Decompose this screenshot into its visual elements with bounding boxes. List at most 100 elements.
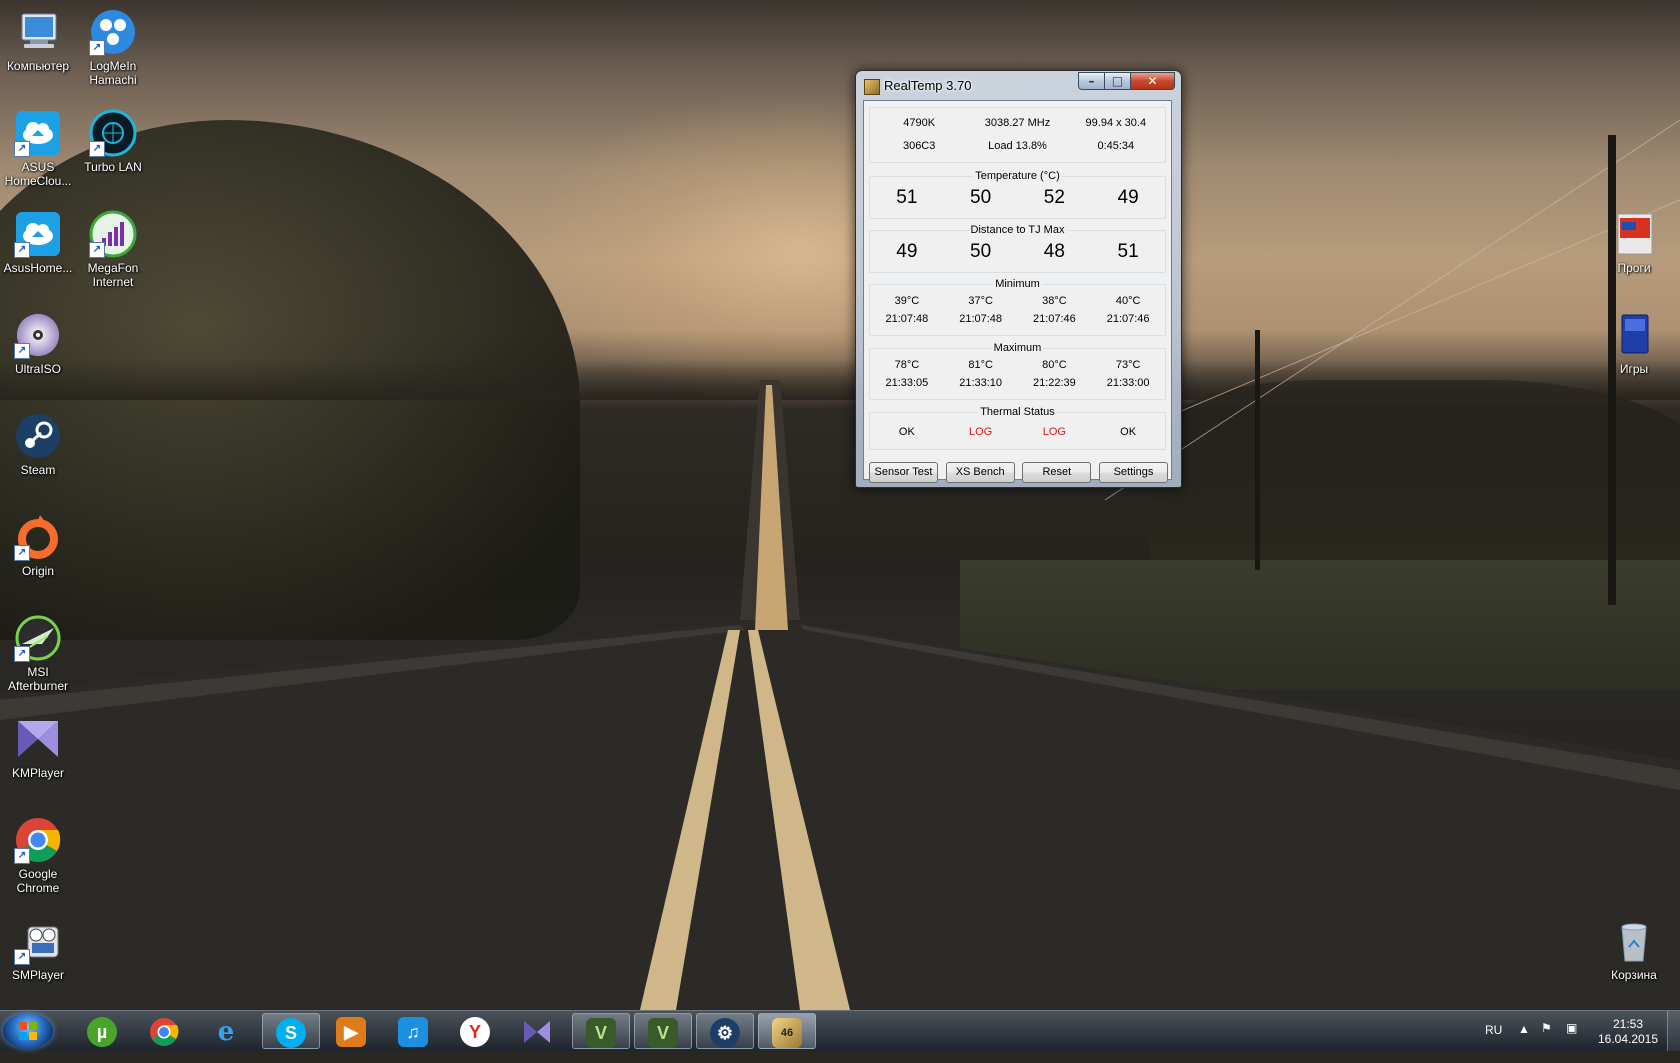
core-distance-3: 51: [1117, 241, 1139, 262]
desktop-icon-turbo-lan[interactable]: ↗ Turbo LAN: [75, 109, 151, 174]
reset-button[interactable]: Reset: [1022, 462, 1092, 483]
cpu-info-row-2: 306C3 Load 13.8% 0:45:34: [870, 140, 1165, 152]
taskbar-chrome[interactable]: [136, 1013, 194, 1049]
maximum-title: Maximum: [991, 342, 1044, 354]
thermal-status-3: OK: [1120, 426, 1137, 438]
wallpaper-road: [0, 119, 1680, 1010]
taskbar-itunes[interactable]: ♫: [385, 1013, 443, 1049]
max-time-3: 21:33:00: [1106, 377, 1150, 389]
desktop-icon-kmplayer[interactable]: KMPlayer: [0, 715, 76, 780]
taskbar-yandex-browser[interactable]: Y: [447, 1013, 505, 1049]
max-time-1: 21:33:10: [959, 377, 1003, 389]
sensor-test-button[interactable]: Sensor Test: [869, 462, 938, 483]
desktop-icon-logmein-hamachi[interactable]: ↗ LogMeIn Hamachi: [75, 8, 151, 87]
max-time-2: 21:22:39: [1032, 377, 1076, 389]
desktop-icon-computer[interactable]: Компьютер: [0, 8, 76, 73]
close-icon: ✕: [1147, 74, 1158, 88]
cpu-model: 4790K: [903, 117, 936, 129]
desktop-icon-megafon-internet[interactable]: ↗ MegaFon Internet: [75, 210, 151, 289]
maximum-times: 21:33:05 21:33:10 21:22:39 21:33:00: [870, 377, 1165, 389]
folder-icon: [1610, 210, 1658, 258]
cpu-frequency: 3038.27 MHz: [984, 117, 1051, 129]
core-distance-0: 49: [896, 241, 918, 262]
shortcut-arrow-icon: ↗: [14, 848, 30, 864]
taskbar: µ e S ▶ ♫ Y V V ⚙ 46 RU ▲ ⚑ ▣ 21:53 16.0…: [0, 1010, 1680, 1051]
desktop-icon-smplayer[interactable]: ↗ SMPlayer: [0, 917, 76, 982]
show-desktop-button[interactable]: [1667, 1011, 1680, 1051]
distance-values: 49 50 48 51: [870, 241, 1165, 263]
desktop-icon-origin[interactable]: ↗ Origin: [0, 513, 76, 578]
maximum-group: Maximum 78°C 81°C 80°C 73°C 21:33:05 21:…: [869, 342, 1166, 400]
kmplayer-icon: [522, 1017, 552, 1047]
close-button[interactable]: ✕: [1131, 72, 1175, 90]
cpu-multiplier: 99.94 x 30.4: [1085, 117, 1147, 129]
shortcut-arrow-icon: ↗: [14, 646, 30, 662]
desktop-icon-google-chrome[interactable]: ↗ Google Chrome: [0, 816, 76, 895]
desktop-icon-progi[interactable]: Проги: [1596, 210, 1672, 275]
min-time-0: 21:07:48: [885, 313, 929, 325]
minimum-times: 21:07:48 21:07:48 21:07:46 21:07:46: [870, 313, 1165, 325]
core-temp-3: 49: [1117, 187, 1139, 208]
desktop-icon-igry[interactable]: Игры: [1596, 311, 1672, 376]
cpu-info-panel: 4790K 3038.27 MHz 99.94 x 30.4 306C3 Loa…: [869, 107, 1166, 163]
taskbar-gta-v-2[interactable]: V: [634, 1013, 692, 1049]
gta-v-icon: V: [648, 1018, 678, 1048]
desktop-icon-asushome[interactable]: ↗ AsusHome...: [0, 210, 76, 275]
min-temp-3: 40°C: [1115, 295, 1141, 307]
temperature-group: Temperature (°C) 51 50 52 49: [869, 170, 1166, 219]
core-distance-2: 48: [1043, 241, 1065, 262]
desktop-icon-steam[interactable]: Steam: [0, 412, 76, 477]
taskbar-skype[interactable]: S: [262, 1013, 320, 1049]
window-title: RealTemp 3.70: [884, 78, 972, 93]
min-temp-0: 39°C: [894, 295, 920, 307]
window-titlebar[interactable]: RealTemp 3.70 – □ ✕: [856, 71, 1181, 101]
window-client-area: 4790K 3038.27 MHz 99.94 x 30.4 306C3 Loa…: [863, 100, 1172, 483]
utorrent-icon: µ: [87, 1017, 117, 1047]
taskbar-gta-v-1[interactable]: V: [572, 1013, 630, 1049]
action-center-icon[interactable]: ⚑: [1541, 1021, 1552, 1061]
distance-title: Distance to TJ Max: [968, 224, 1067, 236]
desktop-icon-ultraiso[interactable]: ↗ UltraISO: [0, 311, 76, 376]
kmplayer-icon: [14, 715, 62, 763]
folder-icon: [1610, 311, 1658, 359]
show-hidden-icons-icon[interactable]: ▲: [1518, 1022, 1530, 1062]
settings-button[interactable]: Settings: [1098, 462, 1168, 483]
taskbar-internet-explorer[interactable]: e: [198, 1013, 256, 1049]
taskbar-steam[interactable]: ⚙: [696, 1013, 754, 1049]
temperature-title: Temperature (°C): [973, 170, 1062, 182]
turbo-lan-icon: ↗: [89, 109, 137, 157]
chrome-icon: [149, 1017, 179, 1047]
desktop-icon-recycle-bin[interactable]: Корзина: [1596, 917, 1672, 982]
desktop-icon-msi-afterburner[interactable]: ↗ MSI Afterburner: [0, 614, 76, 693]
taskbar-kmplayer[interactable]: [509, 1013, 567, 1049]
taskbar-clock[interactable]: 21:53 16.04.2015: [1583, 1017, 1673, 1047]
min-time-1: 21:07:48: [959, 313, 1003, 325]
xs-bench-button[interactable]: XS Bench: [945, 462, 1015, 483]
clock-date: 16.04.2015: [1597, 1032, 1659, 1046]
thermal-status-title: Thermal Status: [978, 406, 1057, 418]
cpu-info-row-1: 4790K 3038.27 MHz 99.94 x 30.4: [870, 117, 1165, 129]
temperature-values: 51 50 52 49: [870, 187, 1165, 209]
realtemp-window[interactable]: RealTemp 3.70 – □ ✕ 4790K 3038.27 MHz 99…: [855, 70, 1182, 488]
taskbar-media-player[interactable]: ▶: [323, 1013, 381, 1049]
maximize-button[interactable]: □: [1105, 72, 1131, 90]
minimum-title: Minimum: [993, 278, 1042, 290]
homecloud-icon: ↗: [14, 109, 62, 157]
shortcut-arrow-icon: ↗: [14, 343, 30, 359]
uptime: 0:45:34: [1097, 140, 1135, 152]
taskbar-realtemp[interactable]: 46: [758, 1013, 816, 1049]
thermal-status-2: LOG: [1042, 426, 1066, 438]
minimize-icon: –: [1088, 74, 1095, 88]
cpu-id: 306C3: [902, 140, 936, 152]
window-button-row: Sensor Test XS Bench Reset Settings: [869, 462, 1168, 483]
hamachi-icon: ↗: [89, 8, 137, 56]
network-icon[interactable]: ▣: [1566, 1021, 1577, 1061]
start-button[interactable]: [3, 1013, 53, 1049]
core-distance-1: 50: [970, 241, 992, 262]
distance-to-tjmax-group: Distance to TJ Max 49 50 48 51: [869, 224, 1166, 273]
desktop-icon-asus-homecloud[interactable]: ↗ ASUS HomeClou...: [0, 109, 76, 188]
minimize-button[interactable]: –: [1078, 72, 1105, 90]
language-indicator[interactable]: RU: [1485, 1023, 1502, 1063]
taskbar-utorrent[interactable]: µ: [74, 1013, 132, 1049]
max-time-0: 21:33:05: [885, 377, 929, 389]
